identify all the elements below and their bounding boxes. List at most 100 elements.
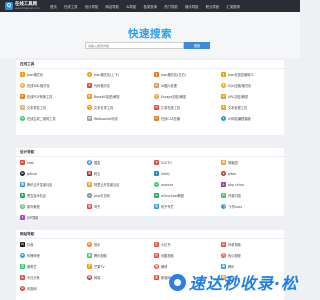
link-item[interactable]: g gitee (221, 170, 287, 177)
site-icon: J (221, 72, 226, 77)
link-item[interactable]: 凤凤凰网 (20, 285, 86, 292)
link-item[interactable]: 菜菜鸟教程 (20, 203, 86, 210)
link-item[interactable]: Ccsdn (20, 159, 86, 166)
link-item[interactable]: 博博客园 (221, 159, 287, 166)
link-item[interactable]: 微微博 (154, 263, 220, 270)
nav-item[interactable]: 设计导航 (85, 4, 99, 9)
link-label: 在线PDF转换工具 (27, 95, 53, 99)
link-item[interactable]: T 文本去重工具 (87, 104, 153, 111)
link-item[interactable]: 红小红书 (154, 241, 220, 248)
link-item[interactable]: Ggithub (20, 170, 86, 177)
search-button[interactable]: 搜索 (184, 42, 210, 49)
nav-item[interactable]: 网站导航 (105, 4, 119, 9)
nav-item[interactable]: 汇英推荐 (227, 4, 241, 9)
link-item[interactable]: 开开源中国 (221, 192, 287, 199)
link-label: InfoQ (161, 171, 170, 176)
link-item[interactable]: J Json格式化(左右) (154, 71, 220, 78)
link-item[interactable]: S SQL压缩/格式化 (221, 82, 287, 89)
link-item[interactable]: 快快手 (87, 241, 153, 248)
link-item[interactable]: 飞飞书Docs (221, 203, 287, 210)
link-item[interactable]: 网网易 (87, 274, 153, 281)
link-item[interactable]: 优优酷视频 (154, 252, 220, 259)
link-item[interactable]: 掘掘金 (87, 159, 153, 166)
link-item[interactable]: p php china (221, 181, 287, 188)
link-item[interactable]: 抖抖音 (20, 241, 86, 248)
top-navigation-bar: Q 在线工具网 www.hkqxinet.com 首页 在线工具 设计导航 网站导航 A… (0, 0, 300, 12)
link-item[interactable]: 芒芒果TV (87, 263, 153, 270)
link-item[interactable]: 腾腾讯视频 (87, 252, 153, 259)
link-item[interactable]: p php中文网 (87, 192, 153, 199)
search-input[interactable] (85, 42, 184, 49)
link-label: Json格式化 (27, 73, 44, 77)
link-item[interactable]: H 汇英在线工具 (154, 104, 220, 111)
nav-item[interactable]: 娱乐导航 (185, 4, 199, 9)
link-item[interactable]: Q 在线生成二维码工具 (20, 115, 86, 122)
link-item[interactable]: I IO网站编程客服 (221, 115, 287, 122)
main-nav: 首页 在线工具 设计导航 网站导航 AI导航 各类查询 热门导航 娱乐导航 职业导航 汇英推荐 (50, 0, 247, 12)
site-icon: G (20, 171, 25, 176)
link-item[interactable]: o oschina (154, 181, 220, 188)
link-item[interactable]: C 代码格式化 (87, 82, 153, 89)
site-icon: C (20, 160, 25, 165)
site-icon: 知 (154, 204, 159, 209)
site-icon: S (20, 193, 25, 198)
site-icon: I (20, 215, 25, 220)
nav-item[interactable]: 首页 (50, 4, 57, 9)
link-item[interactable]: T 文本重复工具 (20, 104, 86, 111)
link-item[interactable]: E Escape加密/解密 (154, 93, 220, 100)
link-item[interactable]: 爱爱奇艺 (20, 263, 86, 270)
site-logo[interactable]: Q 在线工具网 www.hkqxinet.com (5, 1, 40, 11)
link-item[interactable]: P 在线PDF转换工具 (20, 93, 86, 100)
link-item[interactable]: 头今日头条 (20, 274, 86, 281)
site-icon: 5 (154, 160, 159, 165)
link-label: 西瓜视频 (228, 254, 241, 258)
link-label: 在线XML格式化 (27, 84, 50, 88)
link-item[interactable]: W Websocket测试 (87, 115, 153, 122)
link-item[interactable]: 阿阿里云开发者社区 (87, 181, 153, 188)
site-icon: 菜 (20, 204, 25, 209)
nav-item[interactable]: 各类查询 (144, 4, 158, 9)
link-label: AI图片处理 (161, 84, 177, 88)
link-item[interactable]: 码码云 (87, 170, 153, 177)
site-icon: 阿 (87, 182, 92, 187)
link-item[interactable]: B 哔哩哔哩 (20, 252, 86, 259)
link-item[interactable]: T 文本处理工具 (221, 104, 287, 111)
link-label: csdn (27, 160, 35, 165)
nav-item[interactable]: 职业导航 (206, 4, 220, 9)
link-item[interactable]: J Json格式化 (20, 71, 86, 78)
link-label: 掘金 (94, 161, 101, 165)
link-item[interactable]: X 在线XML格式化 (20, 82, 86, 89)
nav-item[interactable]: AI导航 (126, 4, 136, 9)
link-item[interactable]: 5 51CTO (154, 159, 220, 166)
link-label: 文本去重工具 (94, 106, 114, 110)
link-item[interactable]: 好好看视频 (221, 241, 287, 248)
link-item[interactable]: 腾腾讯 (221, 263, 287, 270)
link-item[interactable]: I ICP导航 (20, 214, 86, 221)
link-item[interactable]: w w3cschool教程 (154, 192, 220, 199)
link-item[interactable]: B Base64加密/解密 (87, 93, 153, 100)
site-icon: E (154, 94, 159, 99)
link-item[interactable]: S 思否技术社区 (20, 192, 86, 199)
link-item[interactable]: 腾腾讯云开发者社区 (20, 181, 86, 188)
site-icon: 博 (221, 160, 226, 165)
site-icon: 腾 (221, 264, 226, 269)
link-item[interactable]: J Json格式化(上下) (87, 71, 153, 78)
link-item[interactable]: 西西瓜视频 (221, 252, 287, 259)
link-item[interactable]: C 在线CSS压缩 (154, 115, 220, 122)
link-item[interactable]: 知知乎专栏 (154, 203, 220, 210)
link-item[interactable]: J Json在线压缩转义 (221, 71, 287, 78)
site-icon: S (221, 83, 226, 88)
link-label: 今日头条 (27, 276, 40, 280)
nav-item[interactable]: 热门导航 (164, 4, 178, 9)
link-label: 简书 (94, 205, 101, 209)
link-item[interactable]: I InfoQ (154, 170, 220, 177)
link-label: 在线CSS压缩 (161, 117, 181, 121)
link-label: 小红书 (161, 243, 171, 247)
link-label: oschina (161, 182, 174, 187)
link-item[interactable]: U URL加密/解密 (221, 93, 287, 100)
site-icon: o (154, 182, 159, 187)
section-title: 设计导航 (20, 150, 35, 154)
nav-item[interactable]: 在线工具 (64, 4, 78, 9)
link-item[interactable]: 简简书 (87, 203, 153, 210)
link-item[interactable]: A AI图片处理 (154, 82, 220, 89)
